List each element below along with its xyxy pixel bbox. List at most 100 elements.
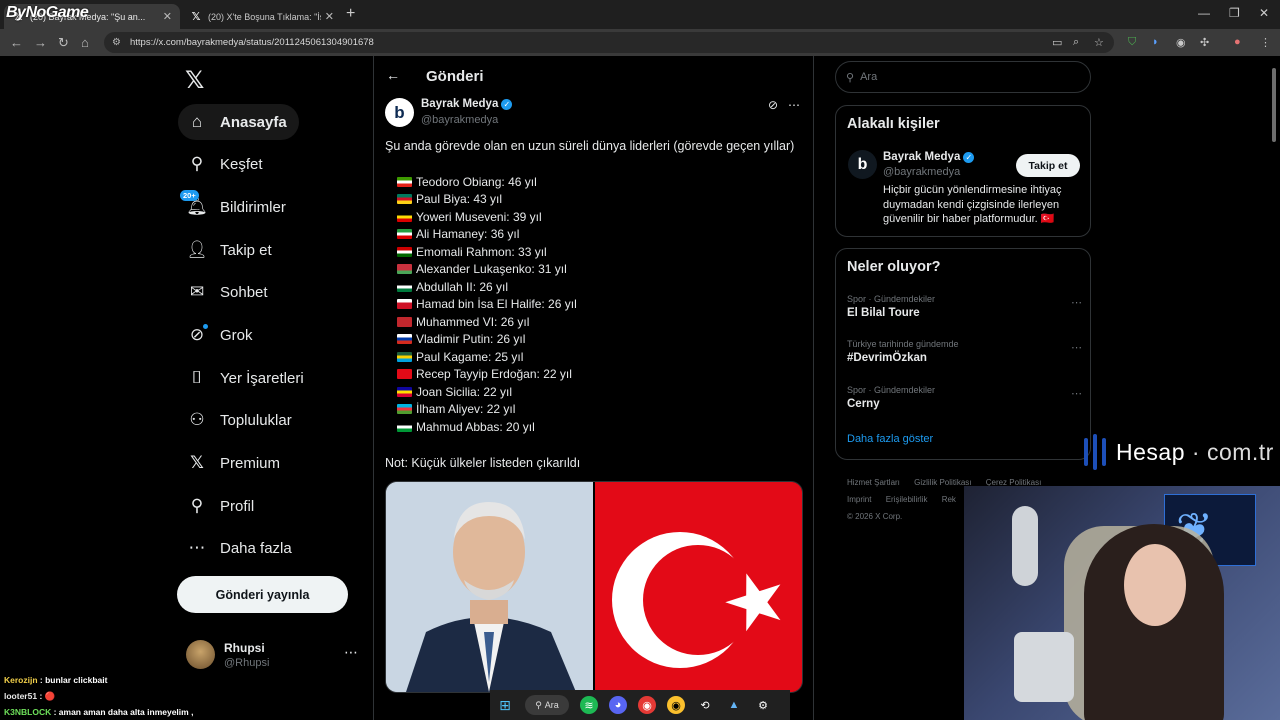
back-icon[interactable]: ← (10, 35, 23, 50)
sponsor-domain: com.tr (1206, 438, 1274, 465)
search-placeholder: Ara (860, 71, 878, 83)
address-bar[interactable]: ⚙ https://x.com/bayrakmedya/status/20112… (104, 32, 1114, 53)
avatar[interactable]: b (848, 150, 877, 179)
turkish-flag-image[interactable] (595, 482, 802, 692)
footer-link[interactable]: Gizlilik Politikası (914, 478, 971, 487)
leader-label: Ali Hamaney: 36 yıl (416, 227, 520, 242)
trend-name: El Bilal Toure (847, 307, 920, 319)
chat-user: looter51 (4, 691, 38, 701)
account-handle: @Rhupsi (224, 656, 270, 669)
leader-label: Mahmud Abbas: 20 yıl (416, 419, 535, 434)
scrollbar-thumb[interactable] (1272, 68, 1276, 142)
cast-icon[interactable]: ▭ (1052, 36, 1062, 49)
footer-link[interactable]: Erişilebilirlik (886, 495, 928, 504)
search-icon: ⚲ (535, 699, 542, 710)
leader-label: Vladimir Putin: 26 yıl (416, 332, 526, 347)
extension-icon[interactable]: ◉ (1176, 36, 1186, 49)
portrait-image[interactable] (386, 482, 593, 692)
close-tab-icon[interactable]: ✕ (163, 10, 172, 23)
more-icon[interactable]: ⋯ (1071, 341, 1082, 354)
chat-text: bunlar clickbait (45, 675, 108, 685)
author-name-row[interactable]: Bayrak Medya ✓ (421, 98, 513, 110)
more-icon[interactable]: ⋯ (1071, 296, 1082, 309)
trend-item[interactable]: Spor · Gündemdekiler El Bilal Toure ⋯ (847, 294, 1082, 319)
footer-link[interactable]: Imprint (847, 495, 871, 504)
nav-communities[interactable]: ⚇ Topluluklar (178, 402, 304, 438)
site-settings-icon[interactable]: ⚙ (112, 32, 121, 53)
maximize-icon[interactable]: ❐ (1229, 6, 1240, 20)
flag-icon (397, 334, 412, 345)
nav-more[interactable]: ⋯ Daha fazla (178, 530, 304, 566)
more-icon[interactable]: ⋯ (788, 98, 800, 112)
zoom-icon[interactable]: ⌕ (1073, 36, 1079, 49)
footer-link[interactable]: Rek (942, 495, 956, 504)
envelope-icon: ✉ (189, 282, 205, 301)
leader-label: Emomali Rahmon: 33 yıl (416, 244, 547, 259)
nav-grok[interactable]: ⊘ Grok (178, 317, 265, 353)
nav-label: Takip et (220, 241, 272, 259)
author-handle[interactable]: @bayrakmedya (421, 114, 498, 126)
avatar-icon[interactable]: ● (1234, 36, 1241, 48)
person-add-icon: 👤︎ (186, 240, 208, 259)
nav-explore[interactable]: ⚲ Keşfet (178, 146, 275, 182)
nav-profile[interactable]: ⚲ Profil (178, 488, 266, 524)
chrome-icon[interactable]: ◉ (667, 696, 685, 714)
taskbar-search[interactable]: ⚲ Ara (525, 695, 569, 715)
leader-item: Yoweri Museveni: 39 yıl (397, 208, 577, 226)
person-name-row[interactable]: Bayrak Medya ✓ (883, 151, 975, 163)
shield-extension-icon[interactable]: ⛉ (1128, 36, 1136, 49)
extension-icon[interactable]: ◗ (1152, 36, 1159, 48)
stream-chat: Kerozijn : bunlar clickbait looter51 : 🔴… (0, 672, 300, 720)
minimize-icon[interactable]: — (1198, 6, 1210, 20)
home-icon[interactable]: ⌂ (81, 35, 89, 50)
x-logo-icon[interactable]: 𝕏 (185, 66, 204, 95)
trend-item[interactable]: Spor · Gündemdekiler Cerny ⋯ (847, 385, 1082, 410)
follow-button[interactable]: Takip et (1016, 154, 1080, 177)
browser-tab-2[interactable]: 𝕏 (20) X'te Boşuna Tıklama: "İşve... ✕ (182, 4, 342, 29)
nav-chat[interactable]: ✉ Sohbet (178, 274, 280, 310)
close-tab-icon[interactable]: ✕ (325, 10, 334, 23)
footer-link[interactable]: Hizmet Şartları (847, 478, 900, 487)
account-switcher[interactable]: Rhupsi @Rhupsi (186, 640, 269, 669)
show-more-link[interactable]: Daha fazla göster (847, 433, 933, 445)
chat-text: aman aman daha alta inmeyelim , (58, 707, 194, 717)
post-button[interactable]: Gönderi yayınla (177, 576, 348, 613)
spotify-icon[interactable]: ≋ (580, 696, 598, 714)
grok-icon: ⊘ (186, 324, 208, 346)
more-icon[interactable]: ⋯ (1071, 387, 1082, 400)
discord-icon[interactable]: ◕ (609, 696, 627, 714)
flag-icon (397, 211, 412, 222)
new-tab-icon[interactable]: + (346, 5, 355, 23)
taskbar: ⊞ ⚲ Ara ≋ ◕ ◉ ◉ ⟲ ▲ ⚙ (490, 690, 790, 720)
reload-icon[interactable]: ↻ (58, 35, 69, 51)
stream-brand-watermark: ByNoGame (6, 4, 89, 21)
person-bio: Hiçbir gücün yönlendirmesine ihtiyaç duy… (883, 184, 1062, 225)
forward-icon[interactable]: → (34, 35, 47, 50)
chrome-icon[interactable]: ◉ (638, 696, 656, 714)
search-input[interactable]: ⚲ Ara (835, 61, 1091, 93)
grok-icon[interactable]: ⊘ (768, 98, 778, 112)
nav-follow[interactable]: 👤︎ Takip et (178, 232, 284, 268)
back-arrow-icon[interactable]: ← (386, 67, 400, 83)
leader-item: Abdullah II: 26 yıl (397, 278, 577, 296)
nav-premium[interactable]: 𝕏 Premium (178, 445, 292, 481)
close-window-icon[interactable]: ✕ (1259, 6, 1269, 20)
relevant-people-panel: Alakalı kişiler b Bayrak Medya ✓ @bayrak… (835, 105, 1091, 237)
trend-item[interactable]: Türkiye tarihinde gündemde #DevrimÖzkan … (847, 339, 1082, 364)
menu-icon[interactable]: ⋮ (1260, 36, 1271, 49)
app-icon[interactable]: ⚙ (754, 696, 772, 714)
post-media[interactable] (385, 481, 803, 693)
flag-icon (397, 299, 412, 310)
nav-home[interactable]: ⌂ Anasayfa (178, 104, 299, 140)
nav-bookmarks[interactable]: ⌷ Yer İşaretleri (178, 360, 316, 396)
author-avatar[interactable]: b (385, 98, 414, 127)
bookmark-star-icon[interactable]: ☆ (1094, 36, 1104, 49)
nav-notifications[interactable]: 🔔︎ 20+ Bildirimler (178, 189, 298, 225)
app-icon[interactable]: ⟲ (696, 696, 714, 714)
more-icon[interactable]: ⋯ (344, 644, 358, 661)
flag-icon (397, 404, 412, 415)
windows-start-icon[interactable]: ⊞ (496, 696, 514, 714)
leader-item: Muhammed VI: 26 yıl (397, 313, 577, 331)
photos-icon[interactable]: ▲ (725, 696, 743, 714)
puzzle-icon[interactable]: ✣ (1200, 36, 1209, 49)
